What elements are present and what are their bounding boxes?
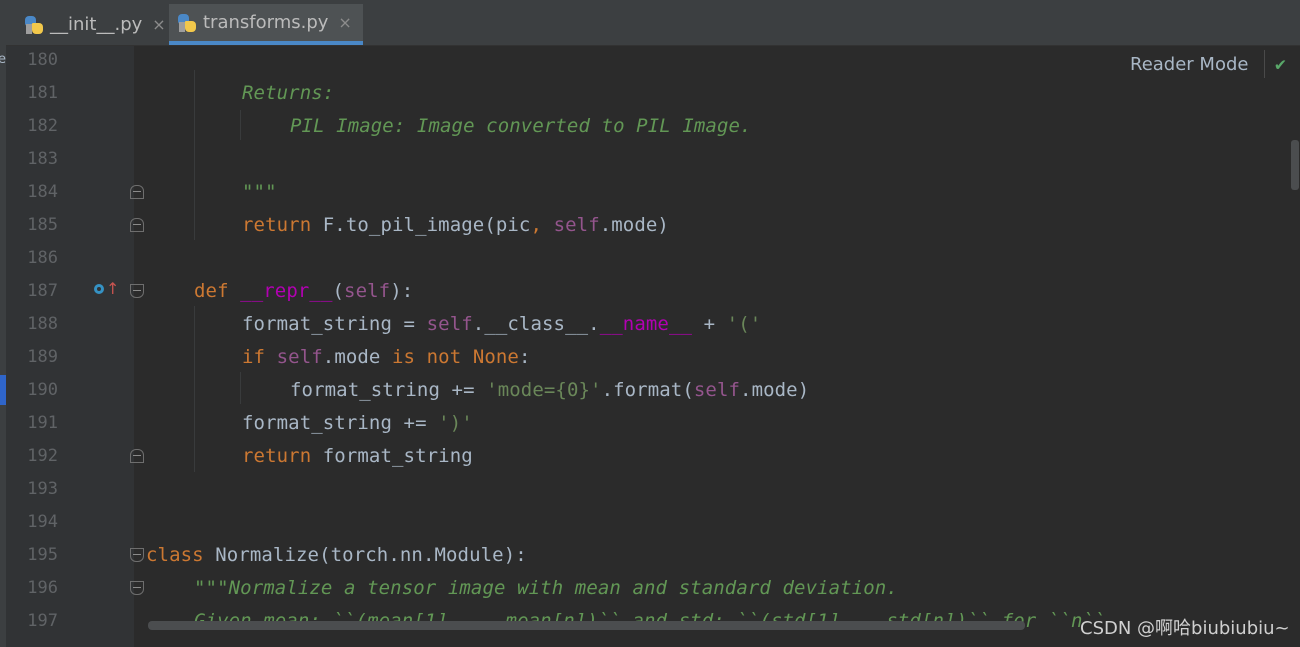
line-number: 186	[27, 248, 58, 268]
code-text: format_string = self.__class__.__name__ …	[242, 313, 762, 335]
docstring-text: Returns:	[242, 82, 335, 104]
line-number: 185	[27, 215, 58, 235]
line-number: 193	[27, 479, 58, 499]
tab-transforms-py[interactable]: transforms.py ×	[169, 4, 363, 45]
check-icon[interactable]: ✔	[1275, 54, 1286, 75]
code-line[interactable]: 195 class Normalize(torch.nn.Module):	[0, 539, 1300, 572]
code-line[interactable]: 190 format_string += 'mode={0}'.format(s…	[0, 374, 1300, 407]
code-line[interactable]: 180	[0, 44, 1300, 77]
code-line[interactable]: 185 return F.to_pil_image(pic, self.mode…	[0, 209, 1300, 242]
code-text: format_string += ')'	[242, 412, 473, 434]
fold-marker-icon[interactable]	[130, 284, 144, 298]
tab-init-py[interactable]: __init__.py ×	[16, 4, 176, 45]
code-line[interactable]: 194	[0, 506, 1300, 539]
fold-marker-icon[interactable]	[130, 185, 144, 199]
code-line[interactable]: 188 format_string = self.__class__.__nam…	[0, 308, 1300, 341]
code-text: if self.mode is not None:	[242, 346, 531, 368]
code-line[interactable]: 191 format_string += ')'	[0, 407, 1300, 440]
code-text: return F.to_pil_image(pic, self.mode)	[242, 214, 669, 236]
horizontal-scrollbar[interactable]	[148, 621, 1025, 630]
docstring-text: PIL Image: Image converted to PIL Image.	[290, 115, 752, 137]
line-number: 181	[27, 83, 58, 103]
python-file-icon	[177, 13, 197, 33]
code-line[interactable]: 192 return format_string	[0, 440, 1300, 473]
line-number: 194	[27, 512, 58, 532]
line-number: 187	[27, 281, 58, 301]
code-text: return format_string	[242, 445, 473, 467]
line-number: 196	[27, 578, 58, 598]
code-text: format_string += 'mode={0}'.format(self.…	[290, 379, 810, 401]
overrides-method-icon[interactable]: ↑	[94, 279, 119, 302]
code-line[interactable]: 186	[0, 242, 1300, 275]
fold-marker-icon[interactable]	[130, 218, 144, 232]
divider	[1264, 50, 1265, 78]
editor-tab-bar: __init__.py × transforms.py ×	[6, 0, 1300, 46]
code-line[interactable]: 182 PIL Image: Image converted to PIL Im…	[0, 110, 1300, 143]
watermark: CSDN @啊哈biubiubiu~	[1080, 618, 1290, 639]
code-line[interactable]: 187 def __repr__(self):	[0, 275, 1300, 308]
line-number: 191	[27, 413, 58, 433]
line-number: 182	[27, 116, 58, 136]
fold-marker-icon[interactable]	[130, 548, 144, 562]
vertical-scrollbar[interactable]	[1291, 140, 1299, 190]
line-number: 183	[27, 149, 58, 169]
tab-label: __init__.py	[50, 14, 143, 35]
tab-label: transforms.py	[203, 12, 329, 33]
line-number: 180	[27, 50, 58, 70]
code-text: def __repr__(self):	[194, 280, 414, 302]
fold-marker-icon[interactable]	[130, 581, 144, 595]
close-icon[interactable]: ×	[152, 15, 165, 34]
line-number: 192	[27, 446, 58, 466]
line-number: 189	[27, 347, 58, 367]
line-number: 190	[27, 380, 58, 400]
line-number: 188	[27, 314, 58, 334]
docstring-text: """Normalize a tensor image with mean an…	[194, 577, 898, 599]
code-line[interactable]: 196 """Normalize a tensor image with mea…	[0, 572, 1300, 605]
code-line[interactable]: 183	[0, 143, 1300, 176]
code-text: class Normalize(torch.nn.Module):	[146, 544, 527, 566]
code-line[interactable]: 189 if self.mode is not None:	[0, 341, 1300, 374]
code-line[interactable]: 181 Returns:	[0, 77, 1300, 110]
line-number: 184	[27, 182, 58, 202]
reader-mode-button[interactable]: Reader Mode	[1130, 54, 1248, 75]
line-number: 197	[27, 611, 58, 631]
line-number: 195	[27, 545, 58, 565]
fold-marker-icon[interactable]	[130, 449, 144, 463]
code-line[interactable]: 193	[0, 473, 1300, 506]
python-file-icon	[24, 15, 44, 35]
close-icon[interactable]: ×	[338, 13, 351, 32]
code-line[interactable]: 184 """	[0, 176, 1300, 209]
docstring-text: """	[242, 181, 277, 203]
